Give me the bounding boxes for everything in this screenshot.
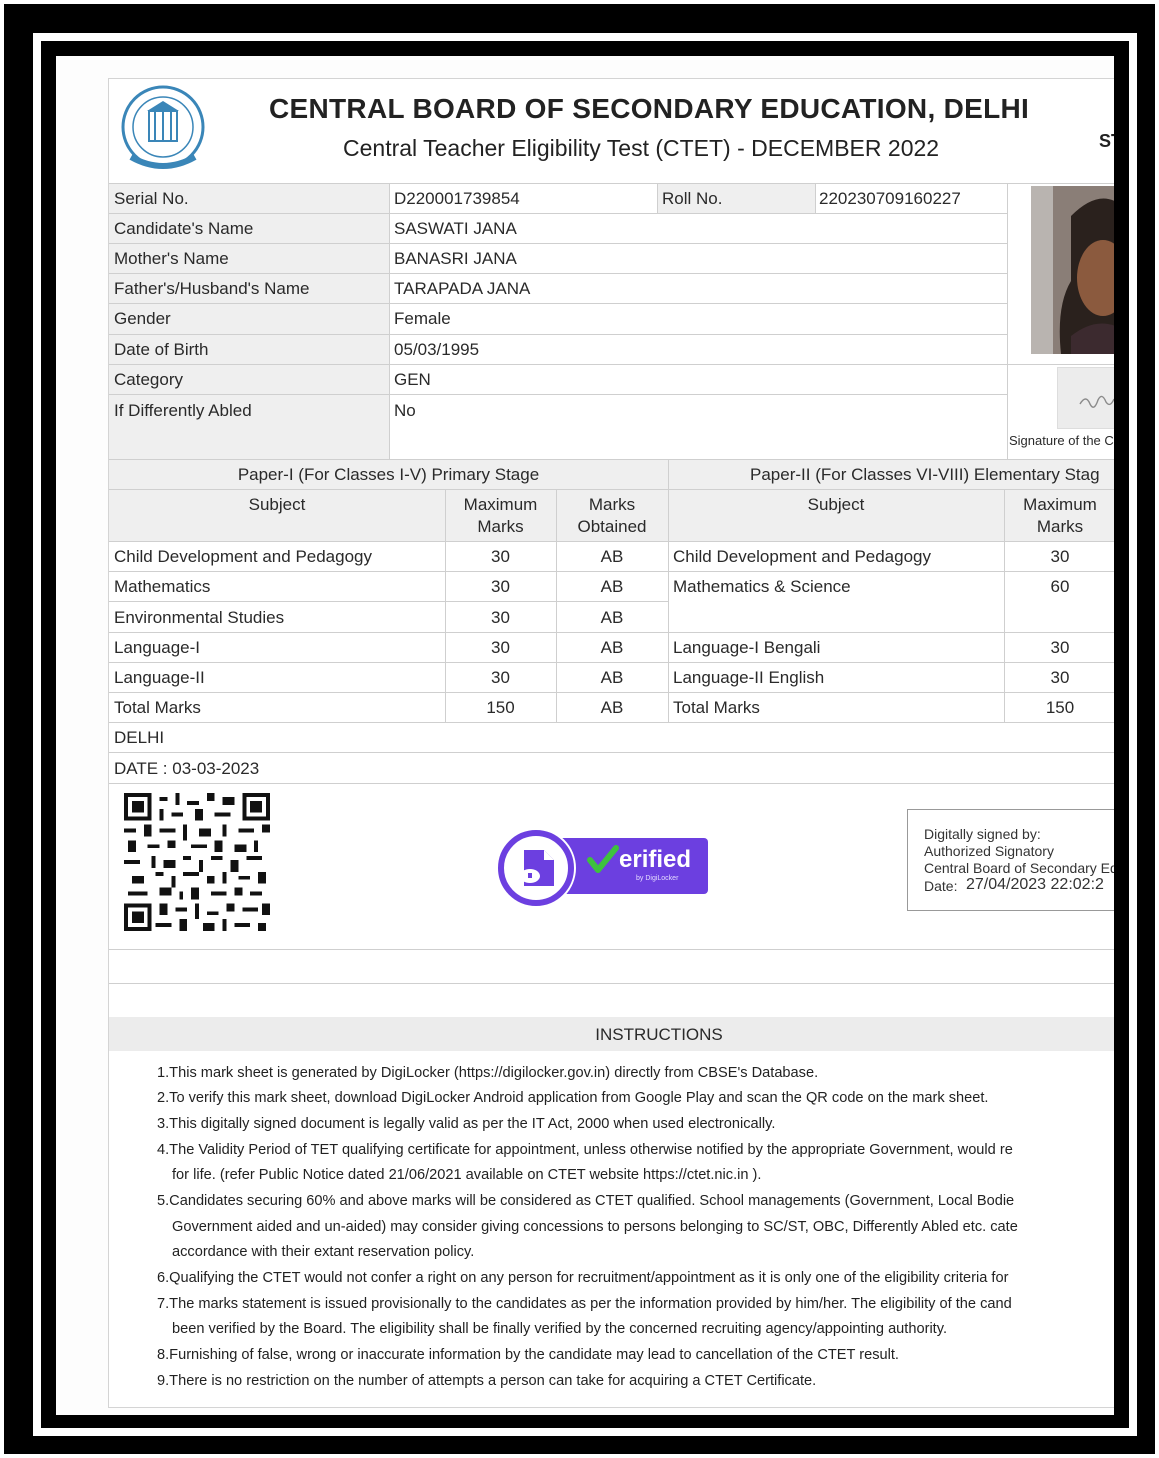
signed-line: Central Board of Secondary Edu <box>924 860 1114 876</box>
detail-label: Date of Birth <box>114 340 209 359</box>
header-right-fragment: ST <box>1099 131 1114 151</box>
detail-value: TARAPADA JANA <box>394 279 531 298</box>
paper1-col-obtained: Obtained <box>577 517 647 536</box>
table-cell: AB <box>600 577 624 596</box>
signature-caption: Signature of the C <box>1009 433 1114 448</box>
table-cell: AB <box>600 698 624 717</box>
table-cell: Mathematics <box>114 577 211 596</box>
qr-code-icon[interactable] <box>123 793 271 931</box>
detail-value: Female <box>394 309 451 328</box>
table-cell: 150 <box>1045 698 1075 717</box>
instruction-item: been verified by the Board. The eligibil… <box>172 1321 948 1337</box>
instruction-item: 3.This digitally signed document is lega… <box>157 1116 776 1132</box>
board-title: CENTRAL BOARD OF SECONDARY EDUCATION, DE… <box>269 93 1030 124</box>
paper2-heading: Paper-II (For Classes VI-VIII) Elementar… <box>750 465 1100 484</box>
detail-value: No <box>394 401 416 420</box>
instruction-item: for life. (refer Public Notice dated 21/… <box>172 1167 762 1183</box>
table-cell: 150 <box>486 698 515 717</box>
detail-value: BANASRI JANA <box>394 249 517 268</box>
detail-label: Category <box>114 370 183 389</box>
paper1-col-subject: Subject <box>248 495 306 514</box>
issue-place: DELHI <box>114 728 165 747</box>
table-cell: Child Development and Pedagogy <box>673 547 932 566</box>
cbse-logo-icon <box>121 85 205 169</box>
table-cell: AB <box>600 638 624 657</box>
candidate-photo <box>1031 186 1114 354</box>
table-cell: Language-II English <box>673 668 825 687</box>
table-cell: Language-I <box>114 638 201 657</box>
paper1-col-max: Marks <box>477 517 524 536</box>
roll-value: 220230709160227 <box>819 189 961 208</box>
table-cell: AB <box>600 668 624 687</box>
serial-label: Serial No. <box>114 189 189 208</box>
table-cell: 30 <box>491 608 510 627</box>
inner-border: CENTRAL BOARD OF SECONDARY EDUCATION, DE… <box>41 41 1129 1428</box>
instruction-item: 5.Candidates securing 60% and above mark… <box>157 1193 1015 1209</box>
table-cell: 30 <box>491 577 510 596</box>
detail-value: SASWATI JANA <box>394 219 517 238</box>
table-cell: 30 <box>1050 547 1070 566</box>
detail-label: Gender <box>114 309 171 328</box>
table-cell: AB <box>600 608 624 627</box>
instruction-item: 6.Qualifying the CTET would not confer a… <box>157 1270 1009 1286</box>
detail-value: GEN <box>394 370 431 389</box>
paper2-col-subject: Subject <box>807 495 865 514</box>
paper1-col-max: Maximum <box>463 495 538 514</box>
table-cell: Mathematics & Science <box>673 577 851 596</box>
table-cell: Language-II <box>114 668 205 687</box>
instruction-item: 9.There is no restriction on the number … <box>157 1373 817 1389</box>
signed-date-label: Date: <box>924 878 958 894</box>
candidate-signature-image <box>1057 367 1114 429</box>
mark-sheet-document: CENTRAL BOARD OF SECONDARY EDUCATION, DE… <box>108 78 1114 1408</box>
paper1-col-obtained: Marks <box>588 495 636 514</box>
instruction-item: Government aided and un-aided) may consi… <box>172 1219 1018 1235</box>
outer-border: CENTRAL BOARD OF SECONDARY EDUCATION, DE… <box>4 4 1155 1454</box>
verified-by-text: by DigiLocker <box>636 875 679 882</box>
signed-date-value: 27/04/2023 22:02:2 <box>966 876 1104 893</box>
table-cell: Environmental Studies <box>114 608 285 627</box>
issue-date: DATE : 03-03-2023 <box>114 759 260 778</box>
table-cell: 30 <box>491 668 510 687</box>
instructions-heading: INSTRUCTIONS <box>595 1025 723 1044</box>
verified-text: erified <box>619 846 692 873</box>
paper1-heading: Paper-I (For Classes I-V) Primary Stage <box>237 465 540 484</box>
table-cell: AB <box>600 547 624 566</box>
instruction-item: 1.This mark sheet is generated by DigiLo… <box>157 1065 819 1081</box>
table-cell: Language-I Bengali <box>673 638 821 657</box>
table-cell: 60 <box>1050 577 1070 596</box>
mark-sheet-page: CENTRAL BOARD OF SECONDARY EDUCATION, DE… <box>56 56 1114 1415</box>
table-cell: 30 <box>491 547 510 566</box>
instruction-item: 2.To verify this mark sheet, download Di… <box>157 1090 989 1106</box>
roll-label: Roll No. <box>662 189 723 208</box>
paper2-col-max: Maximum <box>1023 495 1097 514</box>
table-cell: 30 <box>1050 668 1070 687</box>
detail-label: Candidate's Name <box>114 219 254 238</box>
digital-signature-box: Digitally signed by: Authorized Signator… <box>907 809 1114 911</box>
table-cell: 30 <box>1050 638 1070 657</box>
detail-label: Mother's Name <box>114 249 229 268</box>
detail-value: 05/03/1995 <box>394 340 480 359</box>
instruction-item: accordance with their extant reservation… <box>172 1244 475 1260</box>
digilocker-verified-badge: erified by DigiLocker <box>494 826 712 910</box>
table-cell: Total Marks <box>114 698 201 717</box>
serial-value: D220001739854 <box>394 189 520 208</box>
signed-line: Authorized Signatory <box>924 843 1054 859</box>
instruction-item: 4.The Validity Period of TET qualifying … <box>157 1142 1013 1158</box>
signed-line: Digitally signed by: <box>924 826 1041 842</box>
table-cell: Total Marks <box>673 698 760 717</box>
paper2-col-max: Marks <box>1036 517 1084 536</box>
detail-label: If Differently Abled <box>114 401 252 420</box>
detail-label: Father's/Husband's Name <box>114 279 310 298</box>
exam-subtitle: Central Teacher Eligibility Test (CTET) … <box>343 135 940 161</box>
table-cell: 30 <box>491 638 510 657</box>
table-cell: Child Development and Pedagogy <box>114 547 373 566</box>
frame-mat: CENTRAL BOARD OF SECONDARY EDUCATION, DE… <box>33 33 1137 1436</box>
instruction-item: 7.The marks statement is issued provisio… <box>157 1296 1012 1312</box>
instruction-item: 8.Furnishing of false, wrong or inaccura… <box>157 1347 899 1363</box>
